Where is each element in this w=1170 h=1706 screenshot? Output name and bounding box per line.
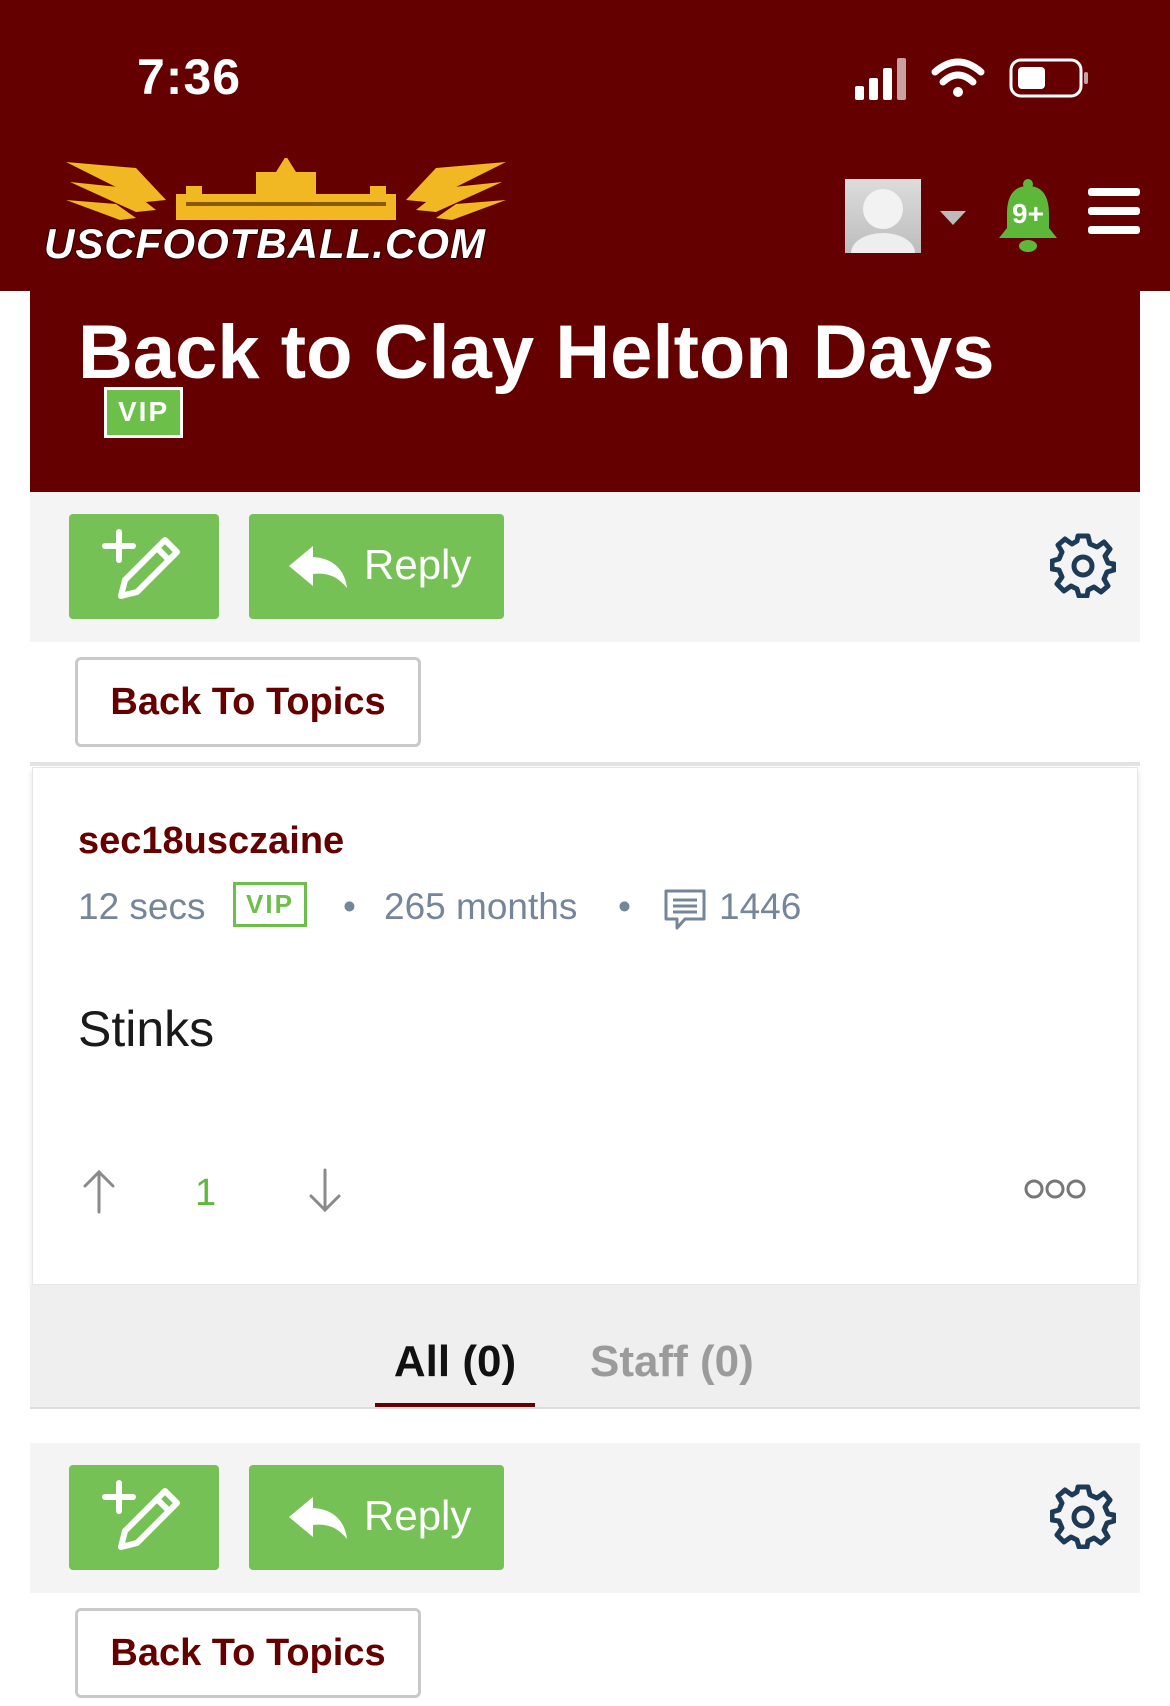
vip-badge: VIP [104, 387, 184, 438]
author-vip-badge: VIP [233, 882, 307, 927]
post-card: sec18usczaine 12 secs VIP • 265 months •… [32, 767, 1138, 1285]
arrow-up-icon[interactable] [81, 1168, 117, 1214]
site-header: 7:36 USCFOOTBALL.COM 9+ [0, 0, 1170, 291]
wifi-icon [931, 58, 985, 97]
logo-text: USCFOOTBALL.COM [43, 219, 486, 268]
avatar-silhouette-icon [851, 189, 915, 253]
status-icons [855, 58, 1088, 100]
post-body: Stinks [78, 1001, 215, 1057]
post-time: 12 secs [78, 886, 206, 927]
signal-icon [855, 58, 906, 100]
meta-separator: • [343, 886, 356, 927]
replies-tabs: All (0) Staff (0) [30, 1285, 1140, 1409]
arrow-down-icon[interactable] [307, 1168, 343, 1214]
divider [30, 762, 1140, 766]
reply-arrow-icon [289, 546, 347, 588]
menu-icon[interactable] [1088, 188, 1140, 234]
back-to-topics-button[interactable]: Back To Topics [75, 657, 421, 747]
new-topic-button[interactable] [69, 1465, 219, 1570]
author-post-count: 1446 [719, 886, 802, 927]
new-topic-button[interactable] [69, 514, 219, 619]
reply-label: Reply [364, 541, 472, 588]
status-time: 7:36 [137, 49, 242, 105]
back-to-topics-button[interactable]: Back To Topics [75, 1608, 421, 1698]
page-title: Back to Clay Helton Days [78, 310, 995, 395]
gear-icon[interactable] [1050, 1483, 1116, 1549]
notifications-button[interactable]: 9+ [995, 178, 1061, 254]
post-author-link[interactable]: sec18usczaine [78, 820, 344, 863]
topic-toolbar-top: Reply [30, 492, 1140, 642]
tab-all[interactable]: All (0) [375, 1337, 535, 1387]
new-topic-icon [102, 529, 180, 599]
reply-label: Reply [364, 1492, 472, 1539]
comment-icon [664, 889, 706, 930]
reply-button[interactable]: Reply [249, 1465, 504, 1570]
topic-toolbar-bottom: Reply [30, 1443, 1140, 1593]
account-dropdown-caret-icon[interactable] [940, 211, 966, 225]
battery-icon [1009, 58, 1088, 98]
tab-staff[interactable]: Staff (0) [590, 1337, 754, 1387]
reply-arrow-icon [289, 1497, 347, 1539]
member-duration: 265 months [384, 886, 578, 927]
new-topic-icon [102, 1480, 180, 1550]
vote-count: 1 [195, 1172, 217, 1214]
site-logo[interactable]: USCFOOTBALL.COM [36, 156, 546, 268]
meta-separator: • [618, 886, 631, 927]
more-icon[interactable] [1023, 1176, 1087, 1202]
reply-button[interactable]: Reply [249, 514, 504, 619]
avatar[interactable] [845, 179, 921, 253]
divider [30, 1407, 1140, 1409]
topic-header: Back to Clay Helton Days VIP [30, 291, 1140, 492]
gear-icon[interactable] [1050, 532, 1116, 598]
notification-count-badge: 9+ [1012, 198, 1044, 229]
